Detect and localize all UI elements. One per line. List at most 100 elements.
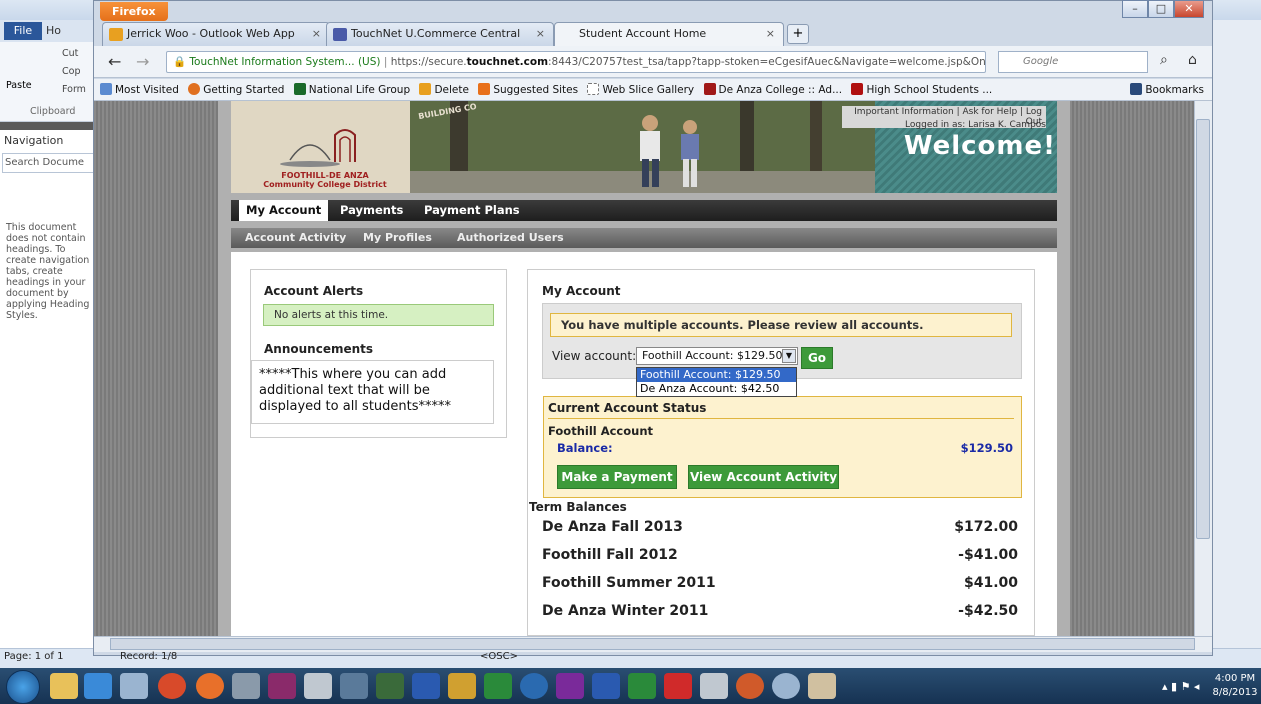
word-icon[interactable] [592, 673, 620, 699]
explorer-icon[interactable] [50, 673, 78, 699]
mascot-icon [851, 83, 864, 95]
minimize-icon[interactable]: – [1122, 0, 1148, 18]
word-home-tab[interactable]: Ho [46, 24, 61, 37]
internet-explorer-icon[interactable] [84, 673, 112, 699]
banner-photo: BUILDING CO [410, 101, 875, 193]
account-select-value: Foothill Account: $129.50 [642, 349, 783, 362]
start-button-icon[interactable] [6, 670, 40, 704]
new-tab-button[interactable]: + [787, 24, 809, 44]
alerts-message: No alerts at this time. [263, 304, 494, 326]
format-painter-button[interactable]: Form [62, 84, 86, 95]
welcome-title: Welcome! [903, 131, 1056, 161]
account-option[interactable]: Foothill Account: $129.50 [637, 368, 796, 382]
tab-payment-plans[interactable]: Payment Plans [417, 200, 527, 221]
web-slice-icon [587, 83, 600, 95]
nav-my-profiles[interactable]: My Profiles [363, 228, 432, 248]
home-icon[interactable]: ⌂ [1188, 52, 1197, 68]
clock[interactable]: 4:00 PM 8/8/2013 [1210, 672, 1260, 700]
network-icon[interactable] [376, 673, 404, 699]
url-bar[interactable]: 🔒 TouchNet Information System... (US) | … [166, 51, 986, 73]
nav-authorized-users[interactable]: Authorized Users [457, 228, 564, 248]
search-input[interactable]: Google [998, 51, 1148, 73]
multiple-accounts-warning: You have multiple accounts. Please revie… [550, 313, 1012, 337]
tab-my-account[interactable]: My Account [239, 200, 329, 221]
navigation-message: This document does not contain headings.… [6, 222, 90, 321]
close-tab-icon[interactable]: × [536, 23, 545, 45]
bookmark-label: High School Students ... [866, 84, 993, 96]
bookmark-label: De Anza College :: Ad... [718, 84, 843, 96]
account-status-heading: Current Account Status [548, 401, 707, 415]
nav-account-activity[interactable]: Account Activity [245, 228, 346, 248]
search-icon[interactable]: ⌕ [1160, 52, 1168, 68]
database-icon[interactable] [232, 673, 260, 699]
account-option[interactable]: De Anza Account: $42.50 [637, 382, 796, 396]
word-file-tab[interactable]: File [4, 22, 42, 40]
mountain-icon [293, 83, 306, 95]
bookmark-getting-started[interactable]: Getting Started [188, 79, 284, 100]
system-tray[interactable]: ▴ ▮ ⚑ ◂ [1162, 680, 1199, 693]
onenote-icon[interactable] [556, 673, 584, 699]
maximize-icon[interactable]: □ [1148, 0, 1174, 18]
close-icon[interactable]: ✕ [1174, 0, 1204, 18]
firefox-menu-button[interactable]: Firefox [100, 2, 168, 21]
term-amount: $172.00 [954, 519, 1018, 535]
students-walking-image [410, 101, 875, 193]
back-arrow-icon[interactable]: ← [108, 52, 121, 71]
sql-icon[interactable] [268, 673, 296, 699]
bookmark-web-slice[interactable]: Web Slice Gallery [587, 79, 694, 100]
page-background-left [94, 101, 218, 636]
word-clipboard-group: Paste Cut Cop Form Clipboard [0, 42, 100, 122]
media-icon[interactable] [736, 673, 764, 699]
compass-icon[interactable] [120, 673, 148, 699]
r-icon[interactable] [664, 673, 692, 699]
notepad-icon[interactable] [304, 673, 332, 699]
go-button[interactable]: Go [801, 347, 833, 369]
vertical-scroll-thumb[interactable] [1196, 119, 1210, 539]
navigation-search-input[interactable]: Search Docume [2, 153, 96, 173]
chart-icon[interactable] [448, 673, 476, 699]
compass2-icon[interactable] [772, 673, 800, 699]
announcements-text: *****This where you can add additional t… [251, 360, 494, 424]
alerts-heading: Account Alerts [264, 284, 364, 298]
tab-outlook[interactable]: Jerrick Woo - Outlook Web App × [102, 22, 330, 46]
excel-icon[interactable] [628, 673, 656, 699]
gg-icon[interactable] [484, 673, 512, 699]
make-payment-button[interactable]: Make a Payment [557, 465, 677, 489]
firefox-icon[interactable] [196, 673, 224, 699]
balance-value: $129.50 [960, 441, 1013, 455]
horizontal-scroll-thumb[interactable] [110, 638, 1195, 650]
page-background-right [1070, 101, 1194, 636]
copy-button[interactable]: Cop [62, 66, 80, 77]
java-coffee-icon[interactable] [808, 673, 836, 699]
close-tab-icon[interactable]: × [312, 23, 321, 45]
tab-student-account[interactable]: Student Account Home × [554, 22, 784, 46]
cut-button[interactable]: Cut [62, 48, 78, 59]
forward-arrow-icon[interactable]: → [136, 52, 149, 71]
bookmark-high-school[interactable]: High School Students ... [851, 79, 993, 100]
chrome-icon[interactable] [158, 673, 186, 699]
bookmark-most-visited[interactable]: Most Visited [100, 79, 179, 100]
tab-touchnet[interactable]: TouchNet U.Commerce Central × [326, 22, 554, 46]
term-amount: $41.00 [963, 575, 1018, 591]
status-divider [548, 418, 1014, 419]
close-tab-icon[interactable]: × [766, 23, 775, 45]
bookmark-de-anza[interactable]: De Anza College :: Ad... [703, 79, 843, 100]
cube-icon[interactable] [520, 673, 548, 699]
chevron-down-icon[interactable]: ▼ [782, 349, 796, 363]
bookmarks-menu[interactable]: Bookmarks [1130, 79, 1204, 100]
paste-button[interactable]: Paste [6, 80, 32, 91]
tab-payments[interactable]: Payments [333, 200, 410, 221]
bookmark-national-life[interactable]: National Life Group [293, 79, 410, 100]
java-icon[interactable] [412, 673, 440, 699]
site-identity: TouchNet Information System... (US) [189, 56, 381, 68]
app-icon[interactable] [340, 673, 368, 699]
term-balances-heading: Term Balances [529, 500, 627, 514]
bookmark-delete[interactable]: Delete [419, 79, 469, 100]
account-select[interactable]: Foothill Account: $129.50 ▼ [636, 347, 798, 365]
tab-label: TouchNet U.Commerce Central [351, 27, 521, 40]
view-account-activity-button[interactable]: View Account Activity [688, 465, 839, 489]
page-info: Page: 1 of 1 [4, 651, 64, 662]
bookmark-suggested-sites[interactable]: Suggested Sites [478, 79, 578, 100]
logged-in-as: Logged in as: Larisa K. Campos [905, 120, 1046, 130]
arrow-app-icon[interactable] [700, 673, 728, 699]
